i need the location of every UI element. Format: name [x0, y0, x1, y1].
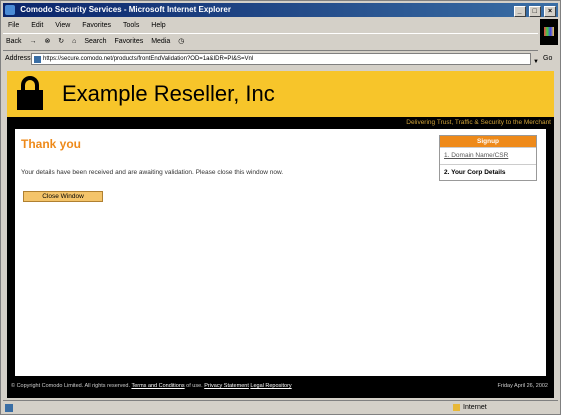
- footer-date: Friday April 26, 2002: [497, 383, 548, 389]
- back-button[interactable]: Back: [6, 38, 22, 45]
- media-button[interactable]: Media: [151, 38, 170, 45]
- page-title: Thank you: [21, 137, 82, 151]
- header-banner: Example Reseller, Inc: [7, 71, 554, 117]
- address-url: https://secure.comodo.net/products/front…: [43, 56, 254, 62]
- favorites-button[interactable]: Favorites: [114, 38, 143, 45]
- footer: © Copyright Comodo Limited. All rights r…: [7, 378, 554, 398]
- minimize-button[interactable]: _: [513, 6, 526, 17]
- close-button[interactable]: ×: [544, 6, 556, 17]
- menu-bar: File Edit View Favorites Tools Help: [3, 19, 558, 32]
- web-page: Example Reseller, Inc Delivering Trust, …: [7, 71, 554, 398]
- copyright-text: © Copyright Comodo Limited. All rights r…: [11, 383, 130, 389]
- menu-file[interactable]: File: [8, 22, 19, 29]
- privacy-link[interactable]: Privacy Statement: [204, 383, 249, 389]
- toolbar: Back → ⊗ ↻ ⌂ Search Favorites Media ◷: [3, 33, 538, 51]
- terms-link[interactable]: Terms and Conditions: [131, 383, 184, 389]
- signup-panel: Signup 1. Domain Name/CSR 2. Your Corp D…: [439, 135, 537, 181]
- ie-icon: [5, 5, 15, 15]
- menu-tools[interactable]: Tools: [123, 22, 139, 29]
- signup-title: Signup: [440, 136, 536, 147]
- windows-flag-icon: [544, 27, 554, 36]
- windows-logo: [540, 19, 558, 45]
- title-bar[interactable]: Comodo Security Services - Microsoft Int…: [3, 3, 558, 17]
- window-title: Comodo Security Services - Microsoft Int…: [20, 5, 231, 14]
- history-button[interactable]: ◷: [178, 38, 184, 45]
- chevron-down-icon[interactable]: ▼: [533, 54, 539, 70]
- menu-edit[interactable]: Edit: [31, 22, 43, 29]
- menu-help[interactable]: Help: [151, 22, 165, 29]
- signup-step-domain[interactable]: 1. Domain Name/CSR: [440, 147, 536, 164]
- confirmation-message: Your details have been received and are …: [21, 169, 284, 176]
- address-bar: Address https://secure.comodo.net/produc…: [3, 51, 558, 67]
- page-done-icon: [5, 404, 13, 412]
- maximize-button[interactable]: □: [528, 6, 541, 17]
- close-window-button[interactable]: Close Window: [23, 191, 103, 202]
- zone-label: Internet: [463, 404, 487, 411]
- address-input[interactable]: https://secure.comodo.net/products/front…: [31, 53, 531, 65]
- home-button[interactable]: ⌂: [72, 38, 76, 45]
- legal-link[interactable]: Legal Repository: [250, 383, 291, 389]
- forward-button[interactable]: →: [30, 38, 37, 45]
- lock-icon: [453, 403, 460, 411]
- main-content: Thank you Your details have been receive…: [15, 129, 546, 376]
- tagline-bar: Delivering Trust, Traffic & Security to …: [7, 117, 554, 128]
- company-name: Example Reseller, Inc: [62, 81, 275, 106]
- browser-window: Comodo Security Services - Microsoft Int…: [0, 0, 561, 415]
- stop-button[interactable]: ⊗: [44, 38, 50, 45]
- status-bar: Internet: [3, 400, 558, 415]
- page-icon: [34, 56, 41, 63]
- of-use-text: of use.: [186, 383, 203, 389]
- tagline: Delivering Trust, Traffic & Security to …: [406, 119, 551, 126]
- padlock-logo-icon: [17, 76, 43, 110]
- go-button[interactable]: Go: [543, 51, 552, 67]
- refresh-button[interactable]: ↻: [58, 38, 64, 45]
- security-zone: Internet: [453, 401, 487, 415]
- search-button[interactable]: Search: [84, 38, 106, 45]
- menu-view[interactable]: View: [55, 22, 70, 29]
- address-label: Address: [5, 55, 31, 62]
- menu-favorites[interactable]: Favorites: [82, 22, 111, 29]
- signup-step-corp-details: 2. Your Corp Details: [440, 164, 536, 181]
